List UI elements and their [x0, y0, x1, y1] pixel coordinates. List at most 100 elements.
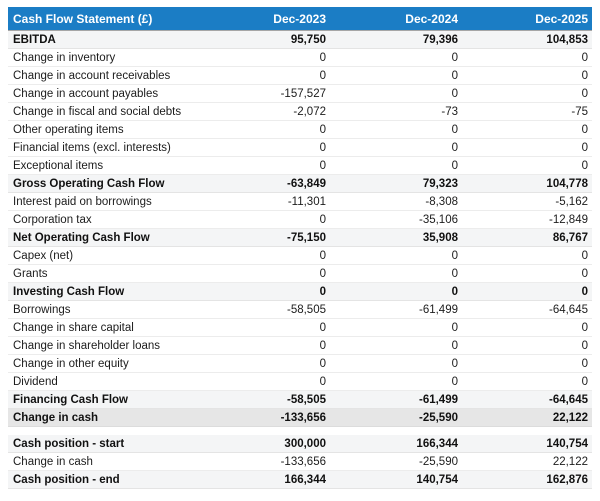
value-dec-2025: 0 — [462, 318, 592, 337]
value-dec-2023: 0 — [190, 156, 330, 175]
value-dec-2024: 0 — [330, 156, 462, 175]
value-dec-2023: -58,505 — [190, 390, 330, 409]
value-dec-2024: 166,344 — [330, 435, 462, 453]
row-dividend: Dividend 0 0 0 — [8, 372, 592, 391]
row-label: Grants — [8, 264, 190, 283]
value-dec-2024: -25,590 — [330, 408, 462, 427]
row-financial-items-excl-interests: Financial items (excl. interests) 0 0 0 — [8, 138, 592, 157]
row-ebitda: EBITDA 95,750 79,396 104,853 — [8, 30, 592, 49]
value-dec-2024: 0 — [330, 354, 462, 373]
row-label: Exceptional items — [8, 156, 190, 175]
value-dec-2024: 35,908 — [330, 228, 462, 247]
value-dec-2023: 300,000 — [190, 435, 330, 453]
value-dec-2024: -61,499 — [330, 390, 462, 409]
spacer — [8, 426, 592, 435]
column-header-dec-2024: Dec-2024 — [330, 7, 462, 31]
row-label: Change in fiscal and social debts — [8, 102, 190, 121]
row-label: Borrowings — [8, 300, 190, 319]
row-label: Change in inventory — [8, 48, 190, 67]
value-dec-2025: 0 — [462, 372, 592, 391]
value-dec-2024: 0 — [330, 282, 462, 301]
value-dec-2024: -25,590 — [330, 452, 462, 471]
row-change-in-cash-total: Change in cash -133,656 -25,590 22,122 — [8, 408, 592, 427]
row-label: Cash position - start — [8, 435, 190, 453]
value-dec-2024: 79,396 — [330, 30, 462, 49]
value-dec-2025: 0 — [462, 354, 592, 373]
value-dec-2025: 162,876 — [462, 470, 592, 489]
value-dec-2023: 0 — [190, 210, 330, 229]
row-grants: Grants 0 0 0 — [8, 264, 592, 283]
cash-flow-statement-table: Cash Flow Statement (£) Dec-2023 Dec-202… — [8, 7, 592, 489]
row-label: Corporation tax — [8, 210, 190, 229]
value-dec-2024: 79,323 — [330, 174, 462, 193]
value-dec-2025: -64,645 — [462, 300, 592, 319]
row-label: Financing Cash Flow — [8, 390, 190, 409]
value-dec-2023: 95,750 — [190, 30, 330, 49]
value-dec-2024: 0 — [330, 84, 462, 103]
value-dec-2023: -11,301 — [190, 192, 330, 211]
row-label: Change in account receivables — [8, 66, 190, 85]
column-header-dec-2025: Dec-2025 — [462, 7, 592, 31]
value-dec-2025: -5,162 — [462, 192, 592, 211]
value-dec-2025: 0 — [462, 336, 592, 355]
row-capex-net: Capex (net) 0 0 0 — [8, 246, 592, 265]
value-dec-2023: 0 — [190, 354, 330, 373]
cash-flow-table: Cash Flow Statement (£) Dec-2023 Dec-202… — [8, 7, 592, 489]
row-label: Net Operating Cash Flow — [8, 228, 190, 247]
value-dec-2023: -133,656 — [190, 408, 330, 427]
row-label: Change in share capital — [8, 318, 190, 337]
value-dec-2024: 0 — [330, 66, 462, 85]
spacer-row — [8, 426, 592, 435]
value-dec-2025: 0 — [462, 66, 592, 85]
row-label: Dividend — [8, 372, 190, 391]
row-cash-position-start: Cash position - start 300,000 166,344 14… — [8, 435, 592, 453]
row-label: EBITDA — [8, 30, 190, 49]
value-dec-2024: 140,754 — [330, 470, 462, 489]
row-other-operating-items: Other operating items 0 0 0 — [8, 120, 592, 139]
row-label: Change in cash — [8, 408, 190, 427]
value-dec-2023: 0 — [190, 372, 330, 391]
row-label: Change in account payables — [8, 84, 190, 103]
row-label: Change in shareholder loans — [8, 336, 190, 355]
value-dec-2025: 0 — [462, 246, 592, 265]
value-dec-2025: 0 — [462, 84, 592, 103]
value-dec-2024: 0 — [330, 138, 462, 157]
row-label: Capex (net) — [8, 246, 190, 265]
value-dec-2023: -63,849 — [190, 174, 330, 193]
value-dec-2024: 0 — [330, 48, 462, 67]
row-corporation-tax: Corporation tax 0 -35,106 -12,849 — [8, 210, 592, 229]
value-dec-2024: 0 — [330, 264, 462, 283]
table-header: Cash Flow Statement (£) Dec-2023 Dec-202… — [8, 7, 592, 31]
value-dec-2023: -157,527 — [190, 84, 330, 103]
column-header-dec-2023: Dec-2023 — [190, 7, 330, 31]
value-dec-2025: 0 — [462, 138, 592, 157]
value-dec-2025: 22,122 — [462, 408, 592, 427]
value-dec-2023: 0 — [190, 66, 330, 85]
value-dec-2025: -12,849 — [462, 210, 592, 229]
value-dec-2025: 0 — [462, 264, 592, 283]
value-dec-2023: 0 — [190, 336, 330, 355]
row-change-in-share-capital: Change in share capital 0 0 0 — [8, 318, 592, 337]
value-dec-2024: -73 — [330, 102, 462, 121]
value-dec-2023: 0 — [190, 138, 330, 157]
row-change-in-cash: Change in cash -133,656 -25,590 22,122 — [8, 452, 592, 471]
value-dec-2023: 0 — [190, 48, 330, 67]
value-dec-2023: 0 — [190, 282, 330, 301]
row-label: Change in other equity — [8, 354, 190, 373]
row-change-in-account-payables: Change in account payables -157,527 0 0 — [8, 84, 592, 103]
value-dec-2025: 0 — [462, 156, 592, 175]
row-change-in-shareholder-loans: Change in shareholder loans 0 0 0 — [8, 336, 592, 355]
value-dec-2023: -75,150 — [190, 228, 330, 247]
value-dec-2024: -61,499 — [330, 300, 462, 319]
value-dec-2025: 104,778 — [462, 174, 592, 193]
value-dec-2024: 0 — [330, 336, 462, 355]
value-dec-2025: 22,122 — [462, 452, 592, 471]
value-dec-2023: -133,656 — [190, 452, 330, 471]
row-borrowings: Borrowings -58,505 -61,499 -64,645 — [8, 300, 592, 319]
value-dec-2023: 166,344 — [190, 470, 330, 489]
value-dec-2023: 0 — [190, 264, 330, 283]
row-label: Other operating items — [8, 120, 190, 139]
value-dec-2024: 0 — [330, 372, 462, 391]
row-label: Financial items (excl. interests) — [8, 138, 190, 157]
row-label: Change in cash — [8, 452, 190, 471]
